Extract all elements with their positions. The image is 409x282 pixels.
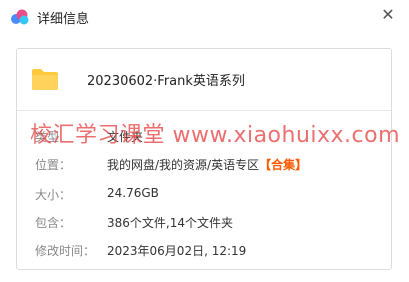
window-title: 详细信息 bbox=[37, 12, 90, 27]
location-label: 位置： bbox=[35, 158, 72, 172]
folder-icon bbox=[32, 69, 58, 90]
contains-label: 包含： bbox=[35, 216, 72, 230]
size-value: 24.76GB bbox=[107, 186, 159, 200]
contains-value: 386个文件,14个文件夹 bbox=[107, 216, 233, 230]
location-value[interactable]: 我的网盘/我的资源/英语专区【合集】 bbox=[107, 156, 307, 173]
location-tag: 【合集】 bbox=[259, 158, 308, 172]
cloud-logo-icon bbox=[11, 9, 29, 25]
details-panel: 20230602·Frank英语系列 类型 文件夹 位置： 我的网盘/我的资源/… bbox=[16, 48, 392, 270]
file-header: 20230602·Frank英语系列 bbox=[17, 49, 391, 111]
file-name: 20230602·Frank英语系列 bbox=[87, 74, 245, 89]
location-row: 位置： 我的网盘/我的资源/英语专区【合集】 bbox=[17, 154, 391, 174]
size-row: 大小： 24.76GB bbox=[17, 184, 391, 204]
modified-row: 修改时间： 2023年06月02日, 12:19 bbox=[17, 240, 391, 260]
modified-value: 2023年06月02日, 12:19 bbox=[107, 244, 247, 258]
location-path[interactable]: 我的网盘/我的资源/英语专区 bbox=[107, 158, 259, 172]
size-label: 大小： bbox=[35, 188, 72, 202]
watermark-text: 校汇学习课堂 www.xiaohuixx.com bbox=[30, 123, 401, 148]
close-button[interactable]: ✕ bbox=[379, 5, 397, 25]
title-bar: 详细信息 ✕ bbox=[0, 0, 409, 34]
contains-row: 包含： 386个文件,14个文件夹 bbox=[17, 212, 391, 232]
modified-label: 修改时间： bbox=[35, 244, 96, 258]
